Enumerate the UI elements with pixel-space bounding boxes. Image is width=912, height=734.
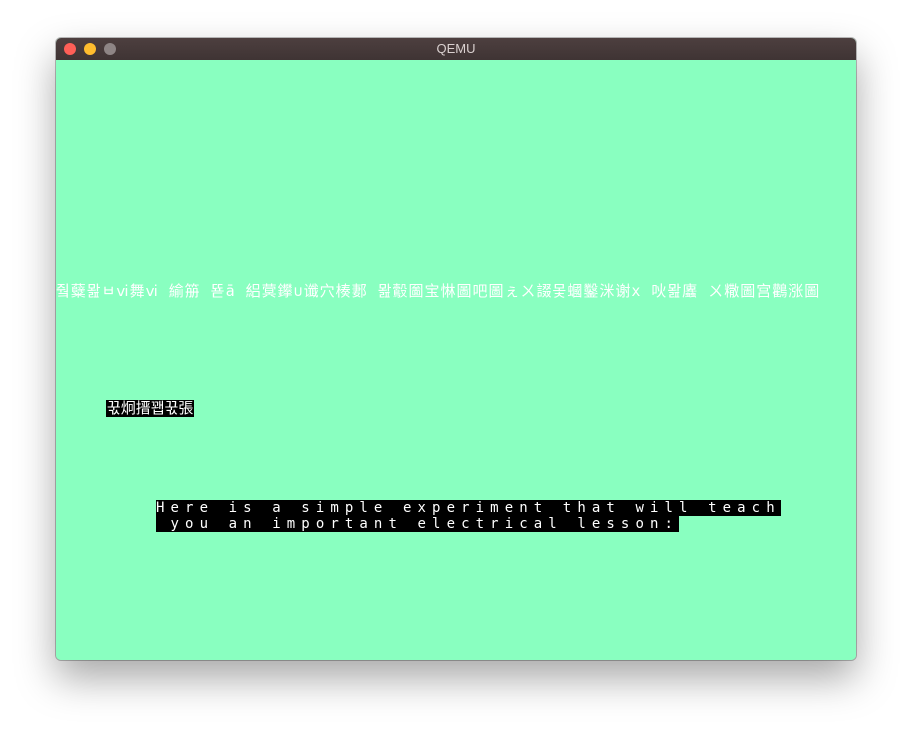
message-line-2: you an important electrical lesson:: [156, 516, 680, 532]
window-title: QEMU: [436, 41, 476, 56]
message-line-1: Here is a simple experiment that will te…: [156, 500, 781, 516]
garbled-text-line: 줰糵뫒ㅂⅵ舞ⅵ 緰笧 뚇ā 絽蓂鑻∪谶穴楱郪 뫒鷇圗宝惏圖吧圖ぇㄨ諁몿蟈鑿洣谢x…: [56, 282, 821, 300]
garbled-text-label: 꾻炯搢꽵꾻張: [106, 399, 195, 417]
emulator-screen[interactable]: 줰糵뫒ㅂⅵ舞ⅵ 緰笧 뚇ā 絽蓂鑻∪谶穴楱郪 뫒鷇圗宝惏圖吧圖ぇㄨ諁몿蟈鑿洣谢x…: [56, 60, 856, 660]
message-text: Here is a simple experiment that will te…: [156, 500, 781, 532]
title-bar[interactable]: QEMU: [56, 38, 856, 61]
qemu-window: QEMU 줰糵뫒ㅂⅵ舞ⅵ 緰笧 뚇ā 絽蓂鑻∪谶穴楱郪 뫒鷇圗宝惏圖吧圖ぇㄨ諁몿…: [56, 38, 856, 660]
